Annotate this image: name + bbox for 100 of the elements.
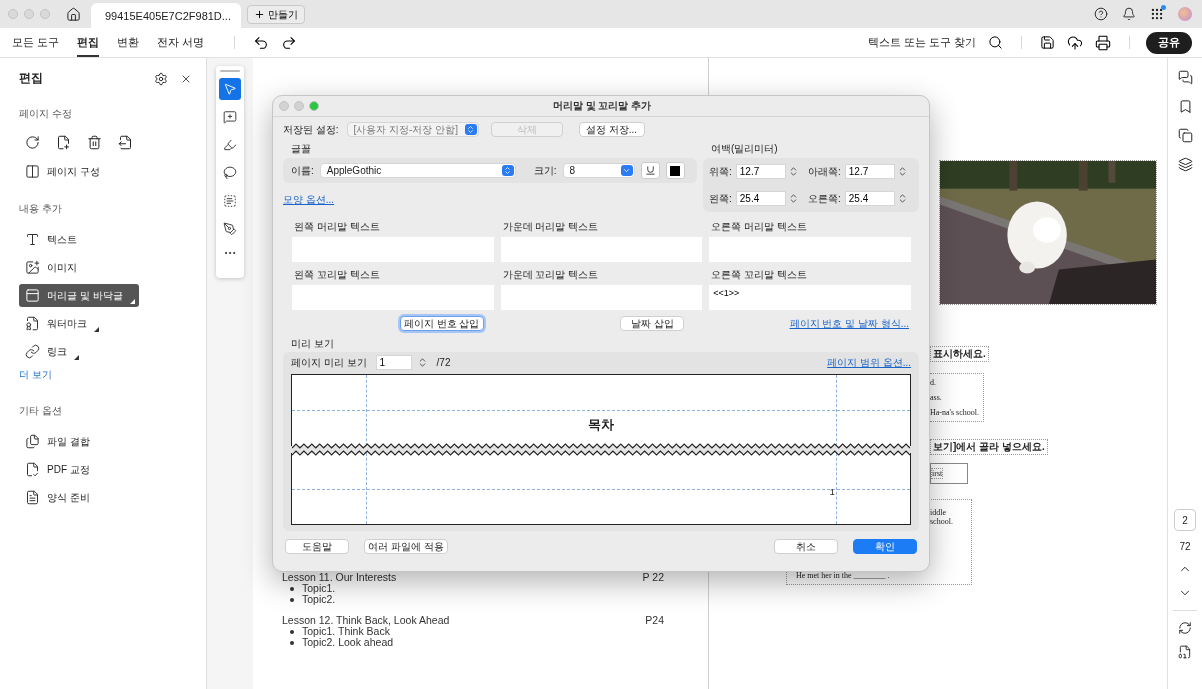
color-button[interactable] bbox=[665, 162, 685, 179]
find-tools-label[interactable]: 텍스트 또는 도구 찾기 bbox=[867, 35, 976, 50]
printer-icon bbox=[1095, 34, 1111, 51]
insert-button[interactable]: 페이지 번호 삽입 bbox=[399, 316, 484, 331]
layers-icon[interactable] bbox=[1177, 157, 1193, 172]
tool-item[interactable]: 페이지 구성 bbox=[19, 160, 104, 183]
field-label: 위쪽: bbox=[709, 164, 732, 179]
page-range-link[interactable]: 페이지 범위 옵션... bbox=[827, 355, 911, 370]
font-name-select[interactable]: AppleGothic bbox=[319, 163, 516, 178]
group-heading: 글꼴 bbox=[291, 142, 312, 156]
dialog-button[interactable]: 도움말 bbox=[285, 539, 349, 554]
topic-text: Topic2. bbox=[302, 594, 336, 605]
toolbar-tab[interactable]: 편집 bbox=[77, 28, 100, 57]
format-link[interactable]: 페이지 번호 및 날짜 형식... bbox=[789, 316, 909, 331]
comment-plus-icon bbox=[223, 110, 237, 124]
dialog-title: 머리말 및 꼬리말 추가 bbox=[551, 99, 653, 113]
tool-item[interactable]: PDF 교정 bbox=[19, 458, 94, 481]
tool-item[interactable]: 링크 bbox=[19, 340, 83, 363]
more-link[interactable]: 더 보기 bbox=[19, 368, 192, 382]
field-label: 오른쪽: bbox=[808, 191, 841, 206]
chevron-icon bbox=[464, 124, 477, 135]
dialog-button[interactable]: 여러 파일에 적용 bbox=[364, 539, 448, 554]
header-footer-icon bbox=[25, 288, 40, 303]
topic-text: Topic1. bbox=[302, 583, 336, 594]
share-button[interactable]: 공유 bbox=[1146, 31, 1192, 54]
group-heading: 미리 보기 bbox=[291, 337, 335, 351]
rotate-icon[interactable] bbox=[1178, 621, 1192, 635]
tool-item[interactable]: 이미지 bbox=[19, 256, 81, 279]
file-check-icon bbox=[25, 462, 40, 477]
section-heading: 페이지 수정 bbox=[19, 107, 73, 121]
choice-text: ass. bbox=[930, 393, 943, 402]
margin-field[interactable]: 25.4 bbox=[735, 191, 786, 206]
extract-page-icon[interactable] bbox=[118, 135, 133, 150]
margin-field[interactable]: 12.7 bbox=[735, 164, 786, 179]
color-swatch bbox=[670, 165, 681, 176]
tool-item[interactable]: 파일 결합 bbox=[19, 430, 94, 453]
bullet-icon bbox=[290, 640, 294, 645]
dialog-button[interactable]: 확인 bbox=[853, 539, 917, 554]
apps-icon[interactable] bbox=[1150, 7, 1164, 21]
actual-size-icon[interactable] bbox=[1178, 645, 1192, 659]
form-icon bbox=[25, 490, 40, 505]
field-label: 이름: bbox=[291, 163, 314, 178]
pen-icon bbox=[223, 222, 237, 236]
tool-item[interactable]: 양식 준비 bbox=[19, 486, 94, 509]
settings-icon[interactable] bbox=[154, 71, 168, 86]
appearance-link[interactable]: 모양 옵션... bbox=[283, 194, 335, 205]
field-label: 왼쪽: bbox=[709, 191, 732, 206]
text-box-icon bbox=[223, 194, 237, 208]
toolbar-tab[interactable]: 변환 bbox=[117, 28, 140, 57]
tab-title: 99415E405E7C2F981D... bbox=[105, 9, 231, 22]
lesson-title: Lesson 11. Our Interests bbox=[282, 571, 397, 583]
tool-item[interactable]: 머리글 및 바닥글 bbox=[19, 284, 139, 307]
bullet-icon bbox=[290, 586, 294, 591]
bullet-icon bbox=[290, 597, 294, 602]
tool-item[interactable]: 텍스트 bbox=[19, 228, 81, 251]
bell-icon[interactable] bbox=[1122, 7, 1136, 21]
insert-button[interactable]: 날짜 삽입 bbox=[620, 316, 685, 331]
page-layout-icon bbox=[25, 164, 40, 179]
font-size-select[interactable]: 8 bbox=[562, 163, 635, 178]
toolbar-tab[interactable]: 전자 서명 bbox=[157, 28, 205, 57]
toolbar-tab[interactable]: 모든 도구 bbox=[12, 28, 60, 57]
help-icon[interactable] bbox=[1094, 7, 1108, 21]
group-heading: 여백(밀리미터) bbox=[711, 142, 779, 156]
choice-text: d. bbox=[930, 378, 937, 387]
tool-item[interactable]: 워터마크 bbox=[19, 312, 103, 335]
underline-button[interactable] bbox=[640, 162, 660, 179]
field-label: 크기: bbox=[533, 163, 557, 178]
text-field[interactable]: <<1>> bbox=[709, 285, 911, 310]
rotate-icon[interactable] bbox=[25, 135, 40, 150]
choice-text: Ha-na's school. bbox=[930, 408, 979, 417]
bookmark-icon[interactable] bbox=[1177, 99, 1193, 114]
preview-page-field[interactable]: 1 bbox=[375, 355, 412, 370]
save-settings-button[interactable]: 설정 저장... bbox=[578, 122, 645, 137]
files-icon bbox=[25, 434, 40, 449]
pages-icon[interactable] bbox=[1177, 128, 1193, 143]
comments-icon[interactable] bbox=[1177, 70, 1193, 85]
insert-page-icon[interactable] bbox=[56, 135, 71, 150]
margin-field[interactable]: 12.7 bbox=[844, 164, 895, 179]
field-label: 페이지 미리 보기 bbox=[291, 355, 367, 370]
underline-icon bbox=[644, 165, 656, 176]
document-tab[interactable]: 99415E405E7C2F981D... bbox=[91, 3, 241, 28]
lesson-page: P 22 bbox=[642, 571, 664, 583]
dialog-button[interactable]: 취소 bbox=[774, 539, 838, 554]
page-total: /72 bbox=[436, 357, 451, 368]
link-icon bbox=[25, 344, 40, 359]
panel-title: 편집 bbox=[19, 70, 44, 87]
redo-icon bbox=[281, 34, 298, 51]
text-plus-icon bbox=[25, 232, 40, 247]
highlighter-icon bbox=[223, 138, 237, 152]
delete-icon[interactable] bbox=[87, 135, 102, 150]
margin-field[interactable]: 25.4 bbox=[844, 191, 895, 206]
page-count: 72 bbox=[1179, 541, 1191, 552]
page-number-field[interactable]: 2 bbox=[1174, 509, 1196, 531]
undo-icon bbox=[253, 34, 270, 51]
field-label: 오른쪽 꼬리말 텍스트 bbox=[711, 268, 808, 282]
new-tab-button[interactable]: 만들기 bbox=[247, 5, 305, 24]
search-icon bbox=[988, 35, 1003, 50]
tool-button[interactable] bbox=[219, 78, 241, 100]
watermark-icon bbox=[25, 316, 40, 331]
home-icon[interactable] bbox=[66, 6, 81, 22]
